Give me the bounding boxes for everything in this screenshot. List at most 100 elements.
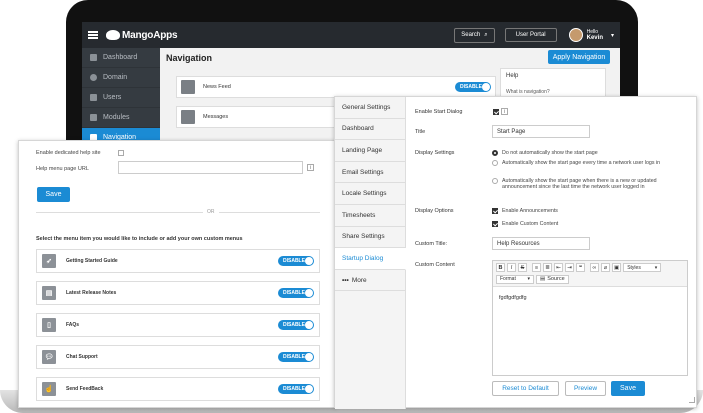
link-icon[interactable]: ∞ [590,263,599,272]
custom-title-input[interactable]: Help Resources [492,237,590,250]
preview-button[interactable]: Preview [565,381,606,396]
radio-button[interactable] [492,160,498,166]
more-dots-icon: ••• [342,276,349,284]
avatar [568,28,583,42]
menu-item-faqs[interactable]: ▯ FAQs DISABLE [36,313,320,337]
chat-icon: 💬︎ [42,350,56,364]
radio-button[interactable] [492,150,498,156]
divider [36,212,320,213]
tab-share-settings[interactable]: Share Settings [335,227,405,249]
indent-icon[interactable]: ⇥ [565,263,574,272]
custom-content-checkbox[interactable] [492,221,498,227]
italic-icon[interactable]: I [507,263,516,272]
globe-icon [90,74,97,81]
display-setting-option-3[interactable]: Automatically show the start page when t… [492,178,687,191]
source-button[interactable]: ▤ Source [536,274,569,284]
tab-more[interactable]: ••• More [335,270,405,292]
menu-item-release-notes[interactable]: ▤ Latest Release Notes DISABLE [36,281,320,305]
release-notes-toggle[interactable]: DISABLE [278,288,314,298]
notes-icon: ▤ [42,286,56,300]
mail-icon [181,110,195,124]
format-dropdown[interactable]: Format ▾ [496,274,534,284]
dedicated-help-checkbox[interactable] [118,150,124,156]
editor-content[interactable]: fgdfgdfgdfg [493,287,687,309]
info-icon[interactable]: i [501,108,508,115]
send-feedback-toggle[interactable]: DISABLE [278,384,314,394]
or-separator: OR [203,209,219,215]
user-icon [90,94,97,101]
sidebar-item-dashboard[interactable]: Dashboard [82,48,160,68]
settings-tabs: General Settings Dashboard Landing Page … [335,97,406,409]
top-bar: MangoApps Search ⌕ User Portal Hello Kev… [82,22,620,48]
app-logo[interactable]: MangoApps [106,30,178,41]
sidebar-item-modules[interactable]: Modules [82,108,160,128]
rocket-icon: ➶ [42,254,56,268]
image-icon[interactable]: ▣ [612,263,622,272]
news-feed-toggle[interactable]: DISABLE [455,82,491,92]
tab-startup-dialog[interactable]: Startup Dialog [335,248,406,270]
announcements-checkbox[interactable] [492,208,498,214]
chevron-down-icon: ▾ [527,276,530,282]
sidebar-item-domain[interactable]: Domain [82,68,160,88]
info-icon[interactable]: i [307,164,314,171]
hamburger-menu-icon[interactable] [88,31,98,39]
menu-item-chat-support[interactable]: 💬︎ Chat Support DISABLE [36,345,320,369]
help-url-label: Help menu page URL [36,166,89,172]
menu-item-send-feedback[interactable]: ☝ Send FeedBack DISABLE [36,377,320,401]
strikethrough-icon[interactable]: S [518,263,527,272]
reset-to-default-button[interactable]: Reset to Default [492,381,559,396]
unlink-icon[interactable]: ⌀ [601,263,610,272]
enable-start-dialog-label: Enable Start Dialog [415,109,463,115]
custom-content-label: Custom Content [415,262,455,268]
chevron-down-icon: ▾ [610,32,614,39]
blockquote-icon[interactable]: ❝ [576,263,585,272]
radio-button[interactable] [492,178,498,184]
user-portal-button[interactable]: User Portal [504,28,557,42]
display-setting-option-2[interactable]: Automatically show the start page every … [492,160,687,166]
save-button[interactable]: Save [611,381,645,396]
save-button[interactable]: Save [37,187,70,202]
bold-icon[interactable]: B [496,263,505,272]
title-input[interactable]: Start Page [492,125,590,138]
enable-start-dialog-checkbox[interactable] [493,109,499,115]
faqs-toggle[interactable]: DISABLE [278,320,314,330]
dedicated-help-label: Enable dedicated help site [36,150,101,156]
chevron-down-icon: ▾ [654,264,658,271]
thumbs-up-icon: ☝ [42,382,56,396]
display-options-label: Display Options [415,208,454,214]
bullet-list-icon[interactable]: ≣ [543,263,552,272]
menu-item-getting-started[interactable]: ➶ Getting Started Guide DISABLE [36,249,320,273]
sidebar-item-users[interactable]: Users [82,88,160,108]
custom-title-label: Custom Title: [415,241,448,247]
user-menu[interactable]: Hello Kevin ▾ [568,28,614,42]
help-menu-panel: Enable dedicated help site Help menu pag… [18,140,336,408]
startup-dialog-panel: General Settings Dashboard Landing Page … [334,96,697,409]
menu-prompt: Select the menu item you would like to i… [36,236,243,242]
inbox-icon [181,80,195,94]
chat-support-toggle[interactable]: DISABLE [278,352,314,362]
help-link[interactable]: What is navigation? [506,89,600,95]
display-option-announcements[interactable]: Enable Announcements [492,208,558,214]
tab-timesheets[interactable]: Timesheets [335,205,405,227]
tab-locale-settings[interactable]: Locale Settings [335,183,405,205]
nav-row-news-feed[interactable]: News Feed DISABLE [176,76,496,98]
apply-navigation-button[interactable]: Apply Navigation [548,50,610,64]
resize-handle[interactable] [689,397,695,403]
puzzle-icon [90,114,97,121]
document-icon: ▯ [42,318,56,332]
outdent-icon[interactable]: ⇤ [554,263,563,272]
tab-dashboard[interactable]: Dashboard [335,119,405,141]
styles-dropdown[interactable]: Styles ▾ [623,263,662,272]
search-icon: ⌕ [484,31,488,38]
tab-email-settings[interactable]: Email Settings [335,162,405,184]
display-option-custom-content[interactable]: Enable Custom Content [492,221,558,227]
tab-general-settings[interactable]: General Settings [335,97,405,119]
title-label: Title [415,129,426,135]
getting-started-toggle[interactable]: DISABLE [278,256,314,266]
tab-landing-page[interactable]: Landing Page [335,140,405,162]
numbered-list-icon[interactable]: ≡ [532,263,541,272]
home-icon [90,54,97,61]
display-setting-option-1[interactable]: Do not automatically show the start page [492,150,687,156]
search-button[interactable]: Search ⌕ [454,27,495,43]
help-url-input[interactable] [118,161,303,174]
